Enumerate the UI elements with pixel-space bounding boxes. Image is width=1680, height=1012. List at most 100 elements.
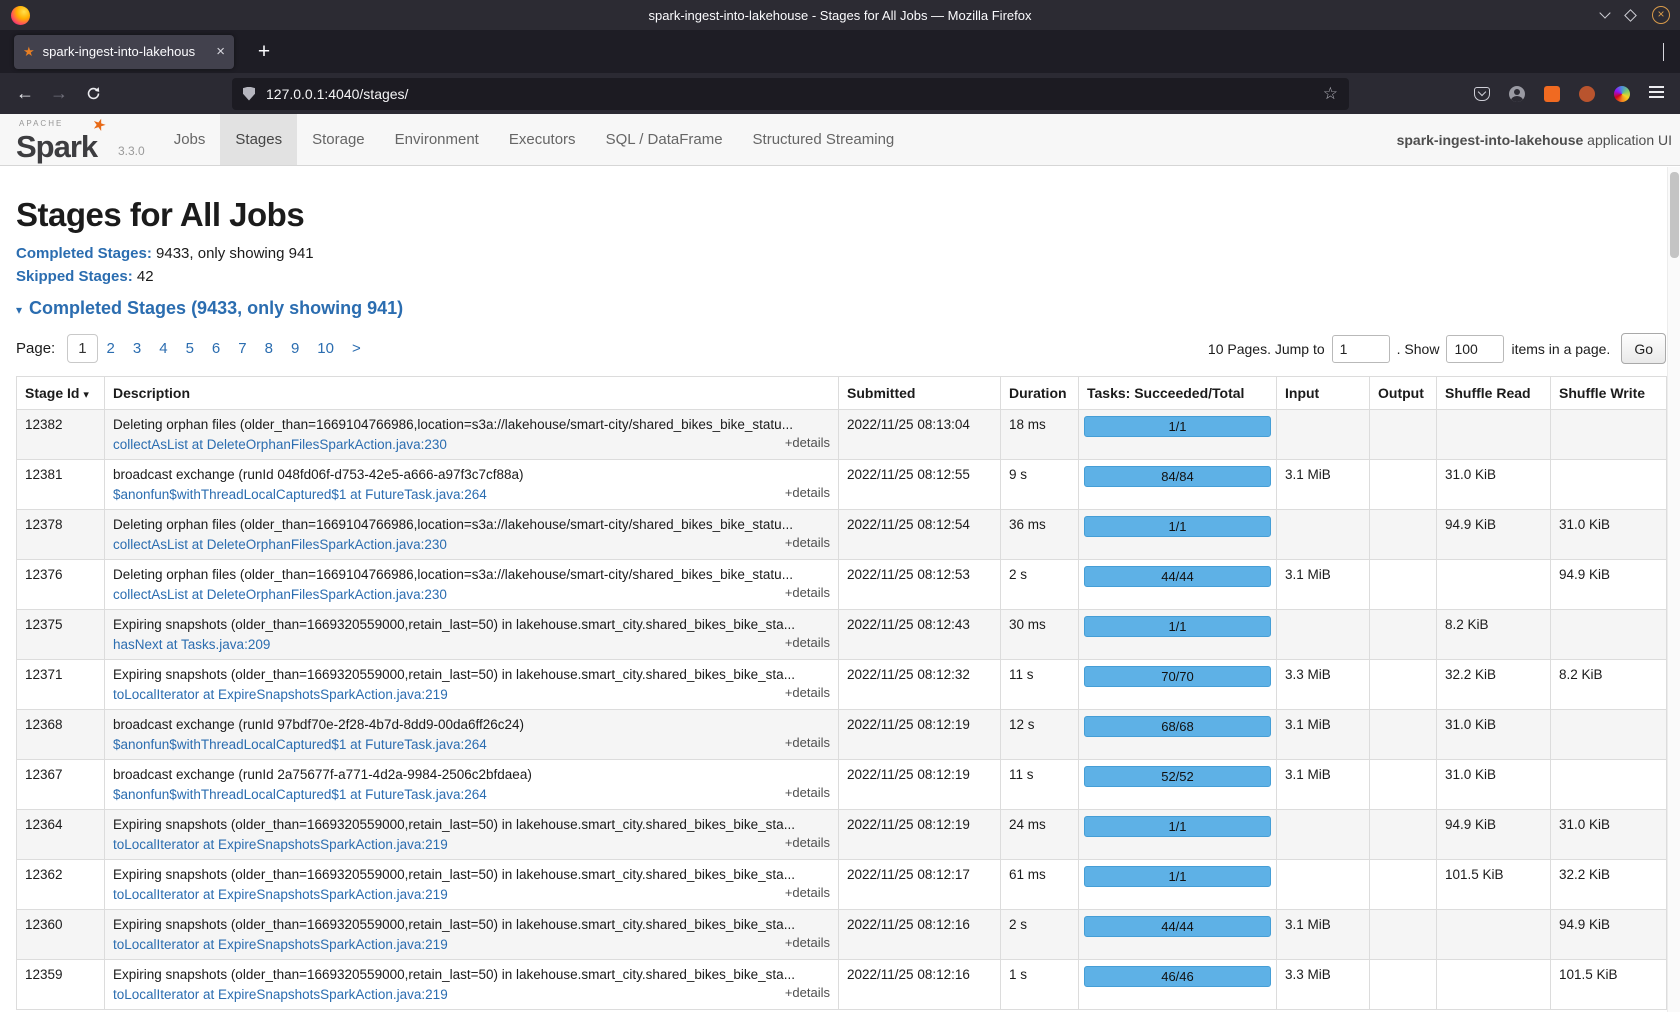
output-cell xyxy=(1370,760,1437,810)
shuffle-read-cell xyxy=(1437,910,1551,960)
reload-button[interactable] xyxy=(76,79,110,109)
nav-tab-jobs[interactable]: Jobs xyxy=(159,114,221,165)
completed-stages-section-toggle[interactable]: ▾ Completed Stages (9433, only showing 9… xyxy=(16,298,1666,319)
col-header-stage-id[interactable]: Stage Id ▾ xyxy=(17,377,105,410)
chevron-down-icon xyxy=(1663,43,1664,61)
output-cell xyxy=(1370,560,1437,610)
details-toggle[interactable]: +details xyxy=(785,835,830,850)
page-button[interactable]: 9 xyxy=(282,335,308,362)
extension-icon[interactable] xyxy=(1579,86,1595,102)
stage-detail-link[interactable]: toLocalIterator at ExpireSnapshotsSparkA… xyxy=(113,837,448,852)
tasks-cell: 70/70 xyxy=(1079,660,1277,710)
stage-detail-link[interactable]: toLocalIterator at ExpireSnapshotsSparkA… xyxy=(113,987,448,1002)
page-button[interactable]: 2 xyxy=(98,335,124,362)
details-toggle[interactable]: +details xyxy=(785,685,830,700)
window-maximize-button[interactable] xyxy=(1624,9,1637,22)
stage-detail-link[interactable]: $anonfun$withThreadLocalCaptured$1 at Fu… xyxy=(113,487,487,502)
completed-stages-link[interactable]: Completed Stages: xyxy=(16,245,152,262)
nav-tab-executors[interactable]: Executors xyxy=(494,114,591,165)
extension-starburst-icon[interactable] xyxy=(1614,86,1630,102)
details-toggle[interactable]: +details xyxy=(785,935,830,950)
details-toggle[interactable]: +details xyxy=(785,435,830,450)
details-toggle[interactable]: +details xyxy=(785,635,830,650)
bookmark-star-icon[interactable]: ☆ xyxy=(1323,84,1338,104)
description-cell: Expiring snapshots (older_than=166932055… xyxy=(105,660,839,710)
stage-detail-link[interactable]: collectAsList at DeleteOrphanFilesSparkA… xyxy=(113,537,447,552)
details-toggle[interactable]: +details xyxy=(785,535,830,550)
page-button[interactable]: 4 xyxy=(150,335,176,362)
next-page-button[interactable]: > xyxy=(343,335,370,362)
shuffle-write-cell xyxy=(1551,410,1667,460)
forward-button[interactable]: → xyxy=(42,79,76,109)
stage-detail-link[interactable]: $anonfun$withThreadLocalCaptured$1 at Fu… xyxy=(113,737,487,752)
items-per-page-input[interactable] xyxy=(1446,335,1504,363)
privacy-badger-extension-icon[interactable] xyxy=(1544,86,1560,102)
url-bar[interactable]: 127.0.0.1:4040/stages/ ☆ xyxy=(232,78,1349,110)
details-toggle[interactable]: +details xyxy=(785,585,830,600)
new-tab-button[interactable]: + xyxy=(250,40,278,64)
jump-to-page-input[interactable] xyxy=(1332,335,1390,363)
list-all-tabs-button[interactable] xyxy=(1663,43,1664,61)
go-button[interactable]: Go xyxy=(1621,333,1666,364)
details-toggle[interactable]: +details xyxy=(785,735,830,750)
page-button[interactable]: 6 xyxy=(203,335,229,362)
scrollbar-thumb[interactable] xyxy=(1670,172,1679,258)
spark-logo[interactable]: APACHE Spark ★ xyxy=(16,114,104,165)
details-toggle[interactable]: +details xyxy=(785,485,830,500)
window-minimize-button[interactable] xyxy=(1599,7,1610,18)
section-title: Completed Stages (9433, only showing 941… xyxy=(29,298,403,319)
col-header-description[interactable]: Description xyxy=(105,377,839,410)
back-button[interactable]: ← xyxy=(8,79,42,109)
details-toggle[interactable]: +details xyxy=(785,885,830,900)
col-header-shuffle-write[interactable]: Shuffle Write xyxy=(1551,377,1667,410)
submitted-cell: 2022/11/25 08:12:32 xyxy=(839,660,1001,710)
toolbar-extension-icons xyxy=(1474,86,1664,102)
tasks-progress-bar: 68/68 xyxy=(1084,716,1271,737)
pocket-icon[interactable] xyxy=(1474,87,1490,101)
col-header-submitted[interactable]: Submitted xyxy=(839,377,1001,410)
nav-tab-environment[interactable]: Environment xyxy=(380,114,494,165)
tasks-progress-bar: 70/70 xyxy=(1084,666,1271,687)
stage-detail-link[interactable]: $anonfun$withThreadLocalCaptured$1 at Fu… xyxy=(113,787,487,802)
page-button[interactable]: 8 xyxy=(256,335,282,362)
description-cell: Deleting orphan files (older_than=166910… xyxy=(105,510,839,560)
page-button-current[interactable]: 1 xyxy=(67,334,97,363)
table-row: 12368 broadcast exchange (runId 97bdf70e… xyxy=(17,710,1667,760)
stage-detail-link[interactable]: collectAsList at DeleteOrphanFilesSparkA… xyxy=(113,437,447,452)
stage-detail-link[interactable]: collectAsList at DeleteOrphanFilesSparkA… xyxy=(113,587,447,602)
stage-detail-link[interactable]: toLocalIterator at ExpireSnapshotsSparkA… xyxy=(113,687,448,702)
browser-tab-active[interactable]: ★ spark-ingest-into-lakehous × xyxy=(14,35,234,69)
nav-tab-sql-dataframe[interactable]: SQL / DataFrame xyxy=(591,114,738,165)
tracking-protection-shield-icon[interactable] xyxy=(243,87,255,101)
hamburger-menu-icon[interactable] xyxy=(1649,91,1664,93)
col-header-tasks[interactable]: Tasks: Succeeded/Total xyxy=(1079,377,1277,410)
tab-close-button[interactable]: × xyxy=(216,43,225,60)
details-toggle[interactable]: +details xyxy=(785,785,830,800)
col-header-shuffle-read[interactable]: Shuffle Read xyxy=(1437,377,1551,410)
col-header-duration[interactable]: Duration xyxy=(1001,377,1079,410)
details-toggle[interactable]: +details xyxy=(785,985,830,1000)
nav-tab-storage[interactable]: Storage xyxy=(297,114,380,165)
nav-tab-structured-streaming[interactable]: Structured Streaming xyxy=(738,114,910,165)
nav-tab-stages[interactable]: Stages xyxy=(220,114,297,165)
output-cell xyxy=(1370,710,1437,760)
stage-detail-link[interactable]: toLocalIterator at ExpireSnapshotsSparkA… xyxy=(113,937,448,952)
stage-id-cell: 12381 xyxy=(17,460,105,510)
input-cell xyxy=(1277,810,1370,860)
stage-detail-link[interactable]: hasNext at Tasks.java:209 xyxy=(113,637,270,652)
skipped-stages-link[interactable]: Skipped Stages: xyxy=(16,268,133,285)
col-header-output[interactable]: Output xyxy=(1370,377,1437,410)
stage-detail-link[interactable]: toLocalIterator at ExpireSnapshotsSparkA… xyxy=(113,887,448,902)
stage-id-cell: 12368 xyxy=(17,710,105,760)
page-button[interactable]: 10 xyxy=(308,335,343,362)
window-close-button[interactable]: × xyxy=(1652,6,1670,24)
application-ui-label: spark-ingest-into-lakehouse application … xyxy=(1397,132,1672,148)
page-button[interactable]: 3 xyxy=(124,335,150,362)
page-scrollbar[interactable] xyxy=(1667,167,1680,1012)
page-button[interactable]: 7 xyxy=(229,335,255,362)
url-text[interactable]: 127.0.0.1:4040/stages/ xyxy=(266,86,1323,102)
page-button[interactable]: 5 xyxy=(177,335,203,362)
stage-description: Expiring snapshots (older_than=166932055… xyxy=(113,917,830,932)
col-header-input[interactable]: Input xyxy=(1277,377,1370,410)
account-icon[interactable] xyxy=(1509,86,1525,102)
